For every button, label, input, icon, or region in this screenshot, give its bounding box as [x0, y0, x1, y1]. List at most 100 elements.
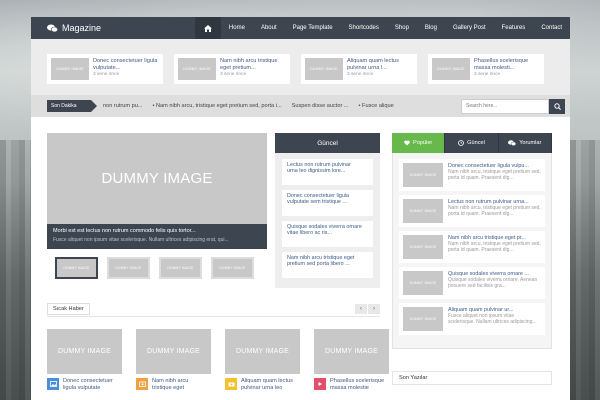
hot-news-image[interactable]: DUMMY IMAGE [314, 329, 389, 374]
list-item[interactable]: DUMMY IMAGE Quisque sodales viverra ornar… [399, 267, 545, 299]
sidebar-widget: Popüler Güncel Yorumlar DUMMY IMAGE Donec… [392, 133, 552, 349]
hot-news-card[interactable]: DUMMY IMAGE Donec consectetuer ligula vul… [47, 329, 122, 391]
sidebar-thumb[interactable]: DUMMY IMAGE [403, 163, 443, 187]
slider-caption: Morbi est est lectus non rutrum commodo … [47, 224, 267, 249]
list-item[interactable]: Quisque sodales viverra ornare vitae libe… [282, 221, 373, 247]
ticker-label: Son Dakika [47, 100, 97, 112]
search-button[interactable] [549, 98, 565, 114]
featured-title[interactable]: Aliquam quam lectus pulvinar urna l... [347, 58, 413, 71]
list-item-line2[interactable]: pretium sed porta libero ... [287, 261, 368, 267]
hot-news-line1[interactable]: Nam nibh arcu [152, 378, 188, 385]
nav-home[interactable]: Home [221, 17, 253, 39]
featured-thumb[interactable]: DUMMY IMAGE [432, 58, 470, 80]
featured-card[interactable]: DUMMY IMAGE Aliquam quam lectus pulvinar… [301, 54, 417, 84]
hot-news-line2[interactable]: tristique eget [152, 385, 188, 392]
list-item[interactable]: DUMMY IMAGE Aliquam quam pulvinar ur... Fu… [399, 303, 545, 335]
home-icon [203, 24, 212, 32]
featured-card[interactable]: DUMMY IMAGE Donec consectetuer ligula vu… [47, 54, 163, 84]
tab-label: Yorumlar [519, 140, 542, 146]
list-item[interactable]: DUMMY IMAGE Nam nibh arcu tristique eget … [399, 231, 545, 263]
sidebar-thumb[interactable]: DUMMY IMAGE [403, 235, 443, 259]
hot-news-image[interactable]: DUMMY IMAGE [225, 329, 300, 374]
hot-news-card[interactable]: DUMMY IMAGE Phasellus scelerisque massa m… [314, 329, 389, 391]
clock-icon [458, 140, 465, 146]
list-item[interactable]: Nam nibh arcu tristique eget pretium sed … [282, 252, 373, 278]
nav-page-template[interactable]: Page Template [285, 17, 341, 39]
ticker-item[interactable]: Nam nibh arcu, tristique eget pretium se… [153, 103, 282, 109]
hot-news-card[interactable]: DUMMY IMAGE Aliquam quam lectus pulvinar … [225, 329, 300, 391]
tab-yorumlar[interactable]: Yorumlar [498, 133, 552, 153]
list-item-line2[interactable]: urna leo dignissim lore... [287, 168, 368, 174]
slider-thumb[interactable]: DUMMY IMAGE [55, 257, 98, 279]
hot-news-line2[interactable]: ligula vulputate [63, 385, 113, 392]
slider-thumb[interactable]: DUMMY IMAGE [211, 257, 254, 279]
hot-news-line1[interactable]: Phasellus scelerisque [330, 378, 384, 385]
hot-news-line1[interactable]: Aliquam quam lectus [241, 378, 293, 385]
slider-image[interactable]: DUMMY IMAGE [47, 133, 267, 224]
next-arrow-button[interactable]: › [368, 303, 380, 314]
main-content: DUMMY IMAGE Morbi est est lectus non rut… [31, 117, 570, 400]
hot-news-line2[interactable]: massa molestie [330, 385, 384, 392]
nav-features[interactable]: Features [494, 17, 534, 39]
featured-slider[interactable]: DUMMY IMAGE Morbi est est lectus non rut… [47, 133, 267, 249]
list-item-line2[interactable]: vulputate sem tristique ... [287, 199, 368, 205]
tab-populer[interactable]: Popüler [392, 133, 446, 153]
list-item[interactable]: Lectus non rutrum pulvinar urna leo digni… [282, 159, 373, 185]
sidebar-item-excerpt: Nam nibh arcu, tristique eget pretium se… [448, 169, 541, 182]
sidebar-item-excerpt: Nam nibh arcu, tristique eget pretium se… [448, 205, 541, 218]
hot-news-line1[interactable]: Donec consectetuer [63, 378, 113, 385]
featured-title[interactable]: Phasellus scelerisque massa molesti... [474, 58, 540, 71]
featured-title[interactable]: Donec consectetuer ligula vulputate... [93, 58, 159, 71]
hot-news-image[interactable]: DUMMY IMAGE [47, 329, 122, 374]
featured-title[interactable]: Nam nibh arcu tristique eget pretium... [220, 58, 286, 71]
site-logo[interactable]: Magazine [31, 23, 195, 33]
featured-card[interactable]: DUMMY IMAGE Phasellus scelerisque massa … [428, 54, 544, 84]
hot-news-card[interactable]: DUMMY IMAGE Nam nibh arcu tristique eget [136, 329, 211, 391]
sidebar-tabs: Popüler Güncel Yorumlar [392, 133, 552, 153]
nav-shop[interactable]: Shop [387, 17, 417, 39]
sidebar-thumb[interactable]: DUMMY IMAGE [403, 307, 443, 331]
nav-home-button[interactable] [194, 17, 221, 39]
slider-thumb[interactable]: DUMMY IMAGE [107, 257, 150, 279]
sidebar-thumb[interactable]: DUMMY IMAGE [403, 271, 443, 295]
featured-thumb[interactable]: DUMMY IMAGE [51, 58, 89, 80]
featured-card[interactable]: DUMMY IMAGE Nam nibh arcu tristique eget… [174, 54, 290, 84]
prev-arrow-button[interactable]: ‹ [355, 303, 367, 314]
slider-title[interactable]: Morbi est est lectus non rutrum commodo … [53, 228, 261, 234]
news-ticker: Son Dakika non rutrum pu... Nam nibh arc… [31, 95, 570, 117]
ticker-item[interactable]: Suspen disse auctor ... [292, 103, 349, 109]
hot-news-line2[interactable]: pulvinar urna leo [241, 385, 293, 392]
nav-contact[interactable]: Contact [533, 17, 570, 39]
featured-thumb[interactable]: DUMMY IMAGE [305, 58, 343, 80]
slider-excerpt: Fusce aliquet non ipsum vitae scelerisqu… [53, 237, 229, 243]
ticker-item[interactable]: Fusce alique [359, 103, 394, 109]
list-item[interactable]: DUMMY IMAGE Donec consectetuer ligula vul… [399, 159, 545, 191]
image-icon [47, 378, 59, 390]
list-item[interactable]: Donec consectetuer ligula vulputate sem t… [282, 190, 373, 216]
guncel-list: Lectus non rutrum pulvinar urna leo digni… [275, 153, 380, 289]
list-item[interactable]: DUMMY IMAGE Lectus non rutrum pulvinar ur… [399, 195, 545, 227]
play-icon [314, 378, 326, 390]
nav-blog[interactable]: Blog [417, 17, 445, 39]
featured-thumb[interactable]: DUMMY IMAGE [178, 58, 216, 80]
site-wrapper: Magazine Home About Page Template Shortc… [31, 17, 570, 400]
search-input[interactable] [461, 98, 549, 114]
hot-news-list: DUMMY IMAGE Donec consectetuer ligula vul… [47, 329, 389, 391]
nav-about[interactable]: About [253, 17, 285, 39]
slider-thumb[interactable]: DUMMY IMAGE [159, 257, 202, 279]
hot-news-header: Sıcak Haber ‹ › [47, 301, 380, 317]
tab-guncel[interactable]: Güncel [445, 133, 499, 153]
featured-meta: 3 sene önce [220, 72, 247, 77]
sidebar-thumb[interactable]: DUMMY IMAGE [403, 199, 443, 223]
nav-gallery-post[interactable]: Gallery Post [445, 17, 494, 39]
tab-label: Popüler [413, 140, 433, 146]
search-box [461, 98, 565, 114]
list-item-line2[interactable]: vitae libero ac ris... [287, 230, 368, 236]
featured-meta: 3 sene önce [474, 72, 501, 77]
ticker-item[interactable]: non rutrum pu... [103, 103, 143, 109]
gallery-icon [136, 378, 148, 390]
nav-shortcodes[interactable]: Shortcodes [341, 17, 387, 39]
camera-icon [225, 378, 237, 390]
hot-news-image[interactable]: DUMMY IMAGE [136, 329, 211, 374]
sidebar-item-excerpt: Fusce aliquet non ipsum vitae scelerisqu… [448, 313, 537, 326]
